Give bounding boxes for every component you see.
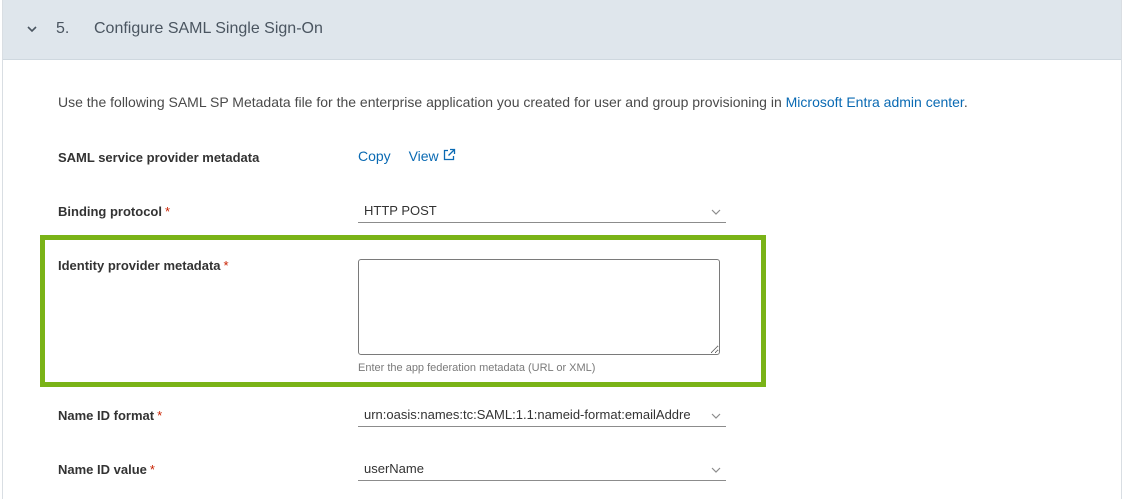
intro-text-suffix: . (963, 94, 968, 110)
binding-protocol-value: HTTP POST (364, 203, 437, 218)
idp-metadata-label-text: Identity provider metadata (58, 258, 221, 273)
step-number: 5. (56, 20, 70, 37)
intro-text: Use the following SAML SP Metadata file … (58, 94, 968, 110)
required-marker: * (164, 204, 171, 219)
sp-metadata-label-text: SAML service provider metadata (58, 150, 260, 165)
name-id-value-select[interactable]: userName (358, 459, 726, 481)
chevron-down-icon (711, 413, 721, 419)
chevron-down-icon[interactable] (25, 22, 39, 36)
intro-text-body: Use the following SAML SP Metadata file … (58, 94, 786, 110)
sp-metadata-actions: Copy View (358, 148, 470, 164)
sp-metadata-label: SAML service provider metadata (58, 150, 259, 165)
binding-protocol-select[interactable]: HTTP POST (358, 201, 726, 223)
binding-protocol-label-text: Binding protocol (58, 204, 162, 219)
idp-metadata-helper: Enter the app federation metadata (URL o… (358, 362, 596, 374)
name-id-format-select[interactable]: urn:oasis:names:tc:SAML:1.1:nameid-forma… (358, 405, 726, 427)
name-id-value-label-text: Name ID value (58, 462, 147, 477)
name-id-value-label: Name ID value * (58, 462, 155, 477)
idp-metadata-textarea[interactable] (358, 259, 720, 355)
saml-config-panel: 5. Configure SAML Single Sign-On Use the… (2, 0, 1122, 499)
copy-link[interactable]: Copy (358, 148, 391, 164)
entra-admin-center-link[interactable]: Microsoft Entra admin center (786, 94, 964, 110)
name-id-value-value: userName (364, 461, 424, 476)
section-title: Configure SAML Single Sign-On (94, 20, 323, 37)
required-marker: * (223, 258, 229, 273)
required-marker: * (157, 408, 163, 423)
chevron-down-icon (711, 209, 721, 215)
view-link-label: View (408, 148, 439, 164)
name-id-format-value: urn:oasis:names:tc:SAML:1.1:nameid-forma… (364, 407, 691, 422)
binding-protocol-label: Binding protocol * (58, 204, 170, 219)
view-link[interactable]: View (409, 148, 456, 164)
chevron-down-icon (711, 467, 721, 473)
required-marker: * (149, 462, 155, 477)
section-header[interactable]: 5. Configure SAML Single Sign-On (3, 0, 1121, 60)
external-link-icon (443, 148, 455, 161)
name-id-format-label-text: Name ID format (58, 408, 155, 423)
idp-metadata-label: Identity provider metadata * (58, 258, 229, 273)
name-id-format-label: Name ID format * (58, 408, 162, 423)
